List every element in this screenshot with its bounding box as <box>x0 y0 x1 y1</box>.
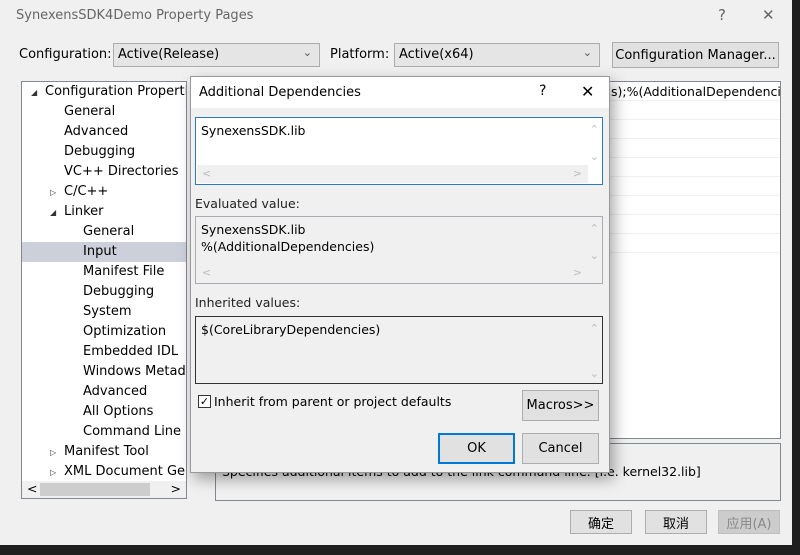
tree-item-label: Embedded IDL <box>83 344 179 359</box>
scroll-left-icon[interactable]: < <box>202 264 211 281</box>
dependencies-edit[interactable]: SynexensSDK.lib < > ⌃ ⌄ <box>195 117 603 185</box>
tree-item[interactable]: ▷ C/C++ <box>22 182 186 202</box>
close-icon[interactable]: ✕ <box>762 6 775 24</box>
evaluated-label: Evaluated value: <box>195 196 300 211</box>
tree-item[interactable]: ▷ Manifest Tool <box>22 442 186 462</box>
tree-item-label: All Options <box>83 404 154 419</box>
inherited-value: $(CoreLibraryDependencies) <box>201 322 381 337</box>
dialog-help-button[interactable]: ? <box>539 83 546 99</box>
evaluated-line: %(AdditionalDependencies) <box>201 239 375 254</box>
tree-item-label: Manifest Tool <box>64 444 149 459</box>
scroll-right-icon[interactable]: > <box>573 165 582 182</box>
tree-item[interactable]: Advanced <box>22 382 186 402</box>
tree-item[interactable]: General <box>22 222 186 242</box>
inherit-checkbox-label[interactable]: Inherit from parent or project defaults <box>214 394 451 409</box>
tree-item[interactable]: Command Line <box>22 422 186 442</box>
help-button[interactable]: ? <box>718 6 726 24</box>
tree-item[interactable]: Input <box>22 242 186 262</box>
tree-item[interactable]: All Options <box>22 402 186 422</box>
tree-item[interactable]: Windows Metadata <box>22 362 186 382</box>
macros-button[interactable]: Macros>> <box>522 390 599 421</box>
additional-dependencies-dialog: Additional Dependencies ? ✕ SynexensSDK.… <box>190 76 610 473</box>
tree-item-label: Input <box>83 244 117 259</box>
tree-item-label: Debugging <box>83 284 155 299</box>
tree-item-label: General <box>64 104 116 119</box>
tree-item-label: Optimization <box>83 324 167 339</box>
collapse-arrow-icon[interactable]: ◢ <box>31 83 37 103</box>
tree-item-label: XML Document Generator <box>64 464 186 479</box>
edit-text: SynexensSDK.lib <box>201 123 306 138</box>
tree-item[interactable]: VC++ Directories <box>22 162 186 182</box>
scroll-up-icon[interactable]: ⌃ <box>590 220 599 237</box>
configuration-label: Configuration: <box>19 47 112 62</box>
cancel-button[interactable]: 取消 <box>645 510 707 534</box>
configuration-value: Active(Release) <box>118 47 220 62</box>
tree-item[interactable]: Optimization <box>22 322 186 342</box>
tree-item-label: General <box>83 224 135 239</box>
scroll-left-icon[interactable]: < <box>27 481 37 496</box>
tree-item-label: Debugging <box>64 144 136 159</box>
dialog-title: Additional Dependencies <box>199 85 361 100</box>
tree-item[interactable]: System <box>22 302 186 322</box>
tree-item[interactable]: ▷ XML Document Generator <box>22 462 186 482</box>
expand-arrow-icon[interactable]: ▷ <box>50 443 56 463</box>
tree-item-label: Configuration Properties <box>45 84 186 99</box>
inherited-values-box: $(CoreLibraryDependencies) ⌃ ⌄ <box>195 316 603 384</box>
expand-arrow-icon[interactable]: ▷ <box>50 463 56 483</box>
dialog-close-icon[interactable]: ✕ <box>581 82 594 101</box>
evaluated-line: SynexensSDK.lib <box>201 222 306 237</box>
tree-horizontal-scrollbar[interactable]: < > <box>22 481 186 498</box>
tree-item-label: Windows Metadata <box>83 364 186 379</box>
tree-item[interactable]: Embedded IDL <box>22 342 186 362</box>
tree-item[interactable]: Debugging <box>22 282 186 302</box>
inherit-checkbox[interactable]: ✓ <box>198 395 211 408</box>
tree-item[interactable]: ◢ Linker <box>22 202 186 222</box>
configuration-manager-button[interactable]: Configuration Manager... <box>612 42 779 68</box>
chevron-down-icon: ⌄ <box>302 46 312 59</box>
scroll-right-icon[interactable]: > <box>573 264 582 281</box>
expand-arrow-icon[interactable]: ▷ <box>50 183 56 203</box>
scroll-left-icon[interactable]: < <box>202 165 211 182</box>
collapse-arrow-icon[interactable]: ◢ <box>50 203 56 223</box>
tree-item[interactable]: Debugging <box>22 142 186 162</box>
scroll-right-icon[interactable]: > <box>171 481 181 496</box>
configuration-select[interactable]: Active(Release) ⌄ <box>113 43 320 67</box>
tree-item-label: Advanced <box>64 124 129 139</box>
tree-item-label: Linker <box>64 204 104 219</box>
scroll-up-icon[interactable]: ⌃ <box>590 320 599 337</box>
evaluated-value-box: SynexensSDK.lib %(AdditionalDependencies… <box>195 216 603 284</box>
dialog-cancel-button[interactable]: Cancel <box>522 433 599 464</box>
scroll-down-icon[interactable]: ⌄ <box>590 247 599 264</box>
tree-item[interactable]: General <box>22 102 186 122</box>
window-title: SynexensSDK4Demo Property Pages <box>16 8 254 23</box>
tree-item[interactable]: ◢ Configuration Properties <box>22 82 186 102</box>
tree-item[interactable]: Advanced <box>22 122 186 142</box>
horizontal-scrollbar[interactable] <box>197 165 588 183</box>
platform-value: Active(x64) <box>399 47 474 62</box>
ok-button[interactable]: 确定 <box>570 510 632 534</box>
inherited-label: Inherited values: <box>195 295 301 310</box>
tree-item-label: System <box>83 304 132 319</box>
tree-item-label: Advanced <box>83 384 148 399</box>
scroll-up-icon[interactable]: ⌃ <box>590 121 599 138</box>
dialog-ok-button[interactable]: OK <box>438 433 515 464</box>
scroll-down-icon[interactable]: ⌄ <box>590 365 599 382</box>
scroll-thumb[interactable] <box>40 483 150 496</box>
tree-item-label: C/C++ <box>64 184 109 199</box>
tree-item-label: VC++ Directories <box>64 164 179 179</box>
scroll-down-icon[interactable]: ⌄ <box>590 148 599 165</box>
tree-item-label: Manifest File <box>83 264 165 279</box>
chevron-down-icon: ⌄ <box>582 46 592 59</box>
platform-select[interactable]: Active(x64) ⌄ <box>394 43 600 67</box>
apply-button[interactable]: 应用(A) <box>718 510 780 534</box>
property-tree[interactable]: ◢ Configuration Properties General Advanced… <box>21 81 187 499</box>
dialog-titlebar: Additional Dependencies ? ✕ <box>191 77 609 108</box>
platform-label: Platform: <box>330 47 390 62</box>
tree-item[interactable]: Manifest File <box>22 262 186 282</box>
tree-item-label: Command Line <box>83 424 182 439</box>
